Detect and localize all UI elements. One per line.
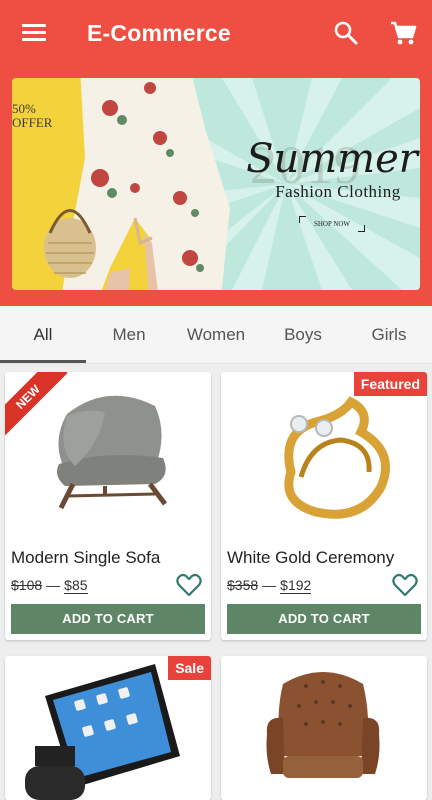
old-price: $108 (11, 577, 43, 593)
category-tabs: All Men Women Boys Girls (0, 306, 432, 364)
add-to-cart-button[interactable]: ADD TO CART (227, 604, 421, 634)
old-price: $358 (227, 577, 259, 593)
cart-icon[interactable] (386, 16, 420, 50)
featured-badge: Featured (353, 372, 427, 396)
heart-outline-icon[interactable] (391, 571, 419, 599)
current-price: $192 (280, 577, 312, 594)
product-price: $358— $192 (227, 577, 312, 594)
product-card[interactable]: NEW Modern Single Sofa $108— $85 ADD TO C… (5, 372, 211, 640)
promo-badge: 50% OFFER (12, 101, 53, 131)
shop-now-button[interactable]: SHOP NOW (299, 216, 365, 232)
product-image (221, 656, 427, 800)
new-badge: NEW (5, 372, 75, 442)
menu-icon[interactable] (14, 16, 54, 50)
add-to-cart-button[interactable]: ADD TO CART (11, 604, 205, 634)
product-card[interactable]: Featured White Gold Ceremony $358— $192 A… (221, 372, 427, 640)
product-price: $108— $85 (11, 577, 88, 594)
tab-indicator (0, 360, 86, 363)
product-card[interactable]: Sale (5, 656, 211, 800)
tab-women[interactable]: Women (172, 306, 260, 364)
tab-men[interactable]: Men (86, 306, 172, 364)
current-price: $85 (64, 577, 88, 594)
app-bar: E-Commerce (0, 0, 432, 66)
product-image (221, 372, 427, 538)
tab-girls[interactable]: Girls (346, 306, 432, 364)
app-title: E-Commerce (87, 20, 231, 46)
search-icon[interactable] (329, 16, 363, 50)
banner-headline: Summer (246, 136, 418, 182)
sale-badge: Sale (168, 656, 211, 680)
heart-outline-icon[interactable] (175, 571, 203, 599)
product-name: Modern Single Sofa (11, 548, 161, 567)
header: E-Commerce 50% OFFER 2019 Summer Fashion… (0, 0, 432, 306)
product-name: White Gold Ceremony (227, 548, 395, 567)
promo-banner[interactable]: 50% OFFER 2019 Summer Fashion Clothing S… (12, 78, 420, 290)
product-card[interactable] (221, 656, 427, 800)
tab-all[interactable]: All (0, 306, 86, 364)
tab-boys[interactable]: Boys (260, 306, 346, 364)
banner-subtitle: Fashion Clothing (275, 182, 401, 201)
model-image (44, 78, 230, 290)
